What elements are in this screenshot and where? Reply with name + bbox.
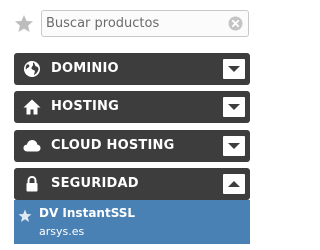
expand-toggle-button[interactable] — [223, 97, 245, 117]
collapse-toggle-button[interactable] — [223, 174, 245, 194]
lock-icon — [23, 175, 41, 193]
category-seguridad[interactable]: SEGURIDAD — [14, 168, 250, 200]
search-bar — [0, 0, 253, 48]
category-label: DOMINIO — [51, 61, 119, 76]
favorite-star-icon[interactable] — [14, 14, 34, 34]
chevron-down-icon — [228, 143, 240, 149]
cloud-icon — [23, 137, 41, 155]
star-icon[interactable] — [18, 208, 32, 222]
chevron-up-icon — [228, 181, 240, 187]
category-label: SEGURIDAD — [51, 176, 139, 191]
expand-toggle-button[interactable] — [223, 59, 245, 79]
clear-icon[interactable] — [228, 16, 243, 31]
chevron-down-icon — [228, 104, 240, 110]
globe-icon — [23, 60, 41, 78]
category-cloud-hosting[interactable]: CLOUD HOSTING — [14, 130, 250, 162]
expand-toggle-button[interactable] — [223, 136, 245, 156]
search-field[interactable] — [41, 10, 249, 37]
category-label: CLOUD HOSTING — [51, 138, 175, 153]
product-title: DV InstantSSL — [39, 206, 136, 220]
category-dominio[interactable]: DOMINIO — [14, 53, 250, 85]
category-label: HOSTING — [51, 99, 119, 114]
product-item-dv-instantssl[interactable]: DV InstantSSL arsys.es — [14, 200, 250, 244]
product-domain: arsys.es — [39, 225, 85, 238]
search-input[interactable] — [46, 11, 222, 36]
category-hosting[interactable]: HOSTING — [14, 91, 250, 123]
house-icon — [23, 98, 41, 116]
chevron-down-icon — [228, 66, 240, 72]
